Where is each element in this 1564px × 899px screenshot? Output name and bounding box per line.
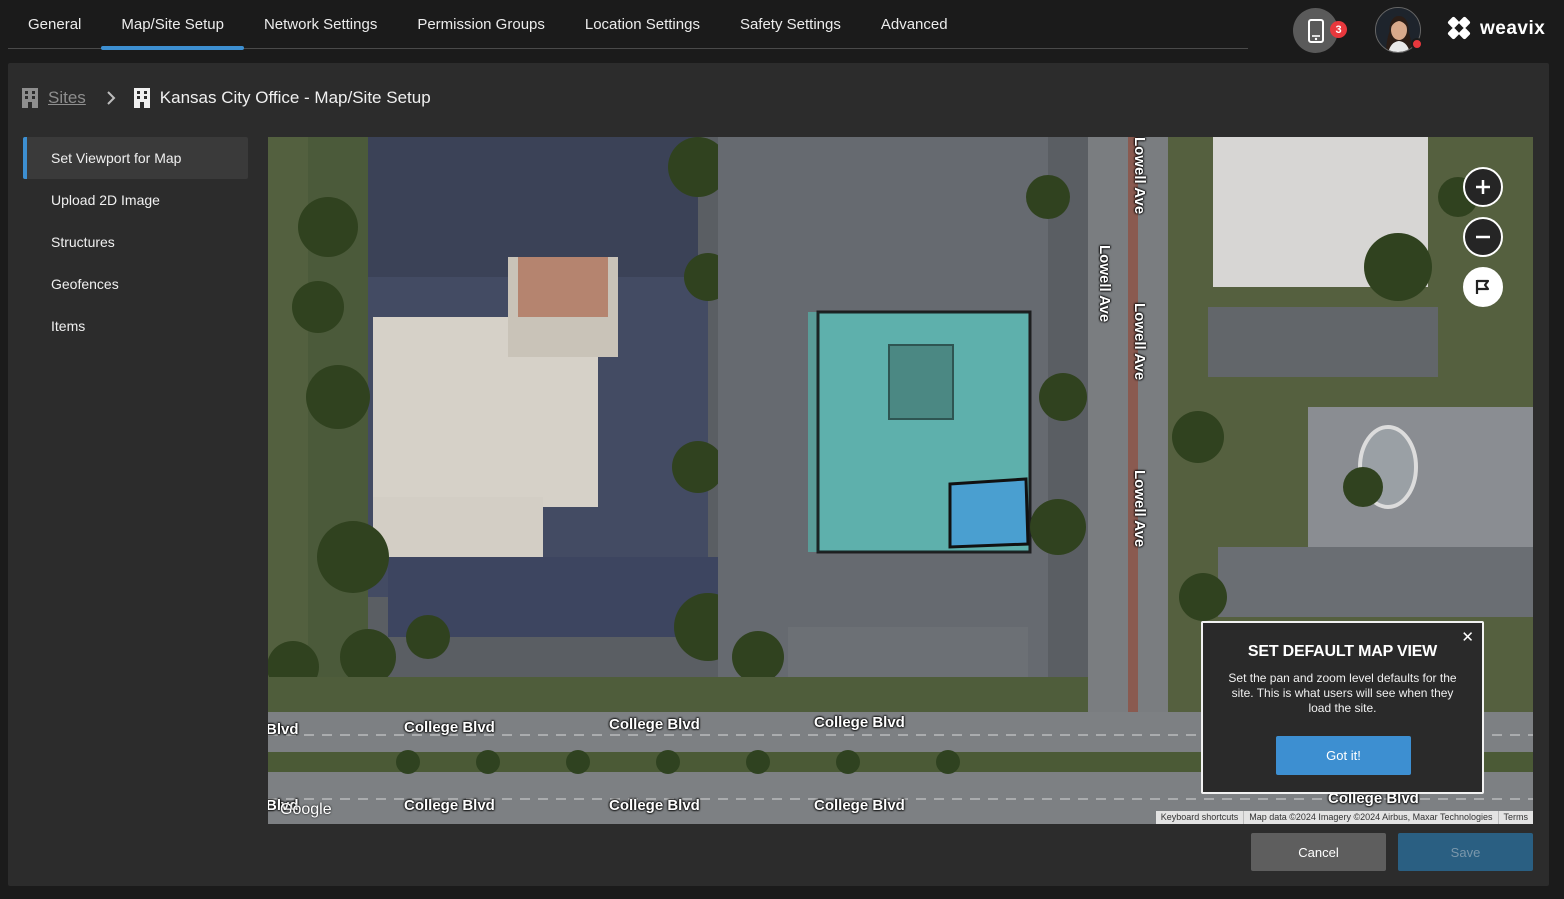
road-label-college: College Blvd [609, 716, 700, 733]
save-button[interactable]: Save [1398, 833, 1533, 871]
keyboard-shortcuts-link[interactable]: Keyboard shortcuts [1156, 811, 1244, 824]
map-canvas[interactable]: Lowell Ave Lowell Ave Lowell Ave Lowell … [268, 137, 1533, 824]
zoom-out-button[interactable] [1463, 217, 1503, 257]
got-it-button[interactable]: Got it! [1276, 736, 1411, 775]
tab-network-settings[interactable]: Network Settings [244, 0, 397, 49]
sidebar-item-geofences[interactable]: Geofences [23, 263, 248, 305]
road-label-college: College Blvd [609, 797, 700, 814]
road-label-lowell: Lowell Ave [1096, 245, 1113, 323]
road-label-college: College Blvd [404, 719, 495, 736]
minus-icon [1476, 235, 1490, 239]
logo-text: weavix [1480, 18, 1546, 39]
google-watermark: Google [280, 801, 332, 818]
building-icon [133, 88, 150, 108]
tab-advanced[interactable]: Advanced [861, 0, 968, 49]
notification-badge: 3 [1330, 21, 1347, 38]
close-icon[interactable]: ✕ [1461, 628, 1474, 646]
default-map-view-popover: ✕ SET DEFAULT MAP VIEW Set the pan and z… [1201, 621, 1484, 794]
cancel-button[interactable]: Cancel [1251, 833, 1386, 871]
sidebar-item-structures[interactable]: Structures [23, 221, 248, 263]
road-label-blvd: Blvd [268, 721, 299, 738]
sidebar-item-upload-2d-image[interactable]: Upload 2D Image [23, 179, 248, 221]
road-label-college: College Blvd [814, 797, 905, 814]
tab-safety-settings[interactable]: Safety Settings [720, 0, 861, 49]
popover-body: Set the pan and zoom level defaults for … [1228, 671, 1457, 715]
page-title: Kansas City Office - Map/Site Setup [159, 88, 431, 107]
popover-title: SET DEFAULT MAP VIEW [1247, 643, 1438, 660]
road-label-college: College Blvd [814, 714, 905, 731]
weavix-logo-icon [1447, 16, 1471, 40]
tab-location-settings[interactable]: Location Settings [565, 0, 720, 49]
plus-icon [1476, 180, 1490, 194]
breadcrumb-sites-link[interactable]: Sites [48, 88, 86, 108]
tab-permission-groups[interactable]: Permission Groups [397, 0, 565, 49]
road-label-lowell: Lowell Ave [1131, 137, 1148, 215]
building-icon [22, 88, 38, 108]
tab-map-site-setup[interactable]: Map/Site Setup [101, 0, 244, 50]
road-label-lowell: Lowell Ave [1131, 303, 1148, 381]
tab-general[interactable]: General [8, 0, 101, 49]
terms-link[interactable]: Terms [1497, 811, 1534, 824]
chevron-right-icon [107, 91, 116, 105]
weavix-logo: weavix [1446, 16, 1545, 42]
top-tabs: General Map/Site Setup Network Settings … [8, 0, 1248, 50]
map-attribution: Keyboard shortcuts Map data ©2024 Imager… [1155, 811, 1534, 824]
zoom-in-button[interactable] [1463, 167, 1503, 207]
breadcrumb: Sites Kansas City Office - Map/Site Setu… [22, 88, 431, 108]
status-dot [1411, 38, 1423, 50]
flag-frame-icon [1475, 279, 1490, 294]
viewport-button[interactable] [1463, 267, 1503, 307]
map-data-text: Map data ©2024 Imagery ©2024 Airbus, Max… [1243, 811, 1497, 824]
mobile-device-icon [1307, 18, 1324, 43]
top-bar: General Map/Site Setup Network Settings … [0, 0, 1564, 56]
sidebar-item-items[interactable]: Items [23, 305, 248, 347]
road-label-lowell: Lowell Ave [1131, 470, 1148, 548]
road-label-college: College Blvd [404, 797, 495, 814]
sidebar-item-set-viewport[interactable]: Set Viewport for Map [23, 137, 248, 179]
sidebar: Set Viewport for Map Upload 2D Image Str… [23, 137, 248, 347]
